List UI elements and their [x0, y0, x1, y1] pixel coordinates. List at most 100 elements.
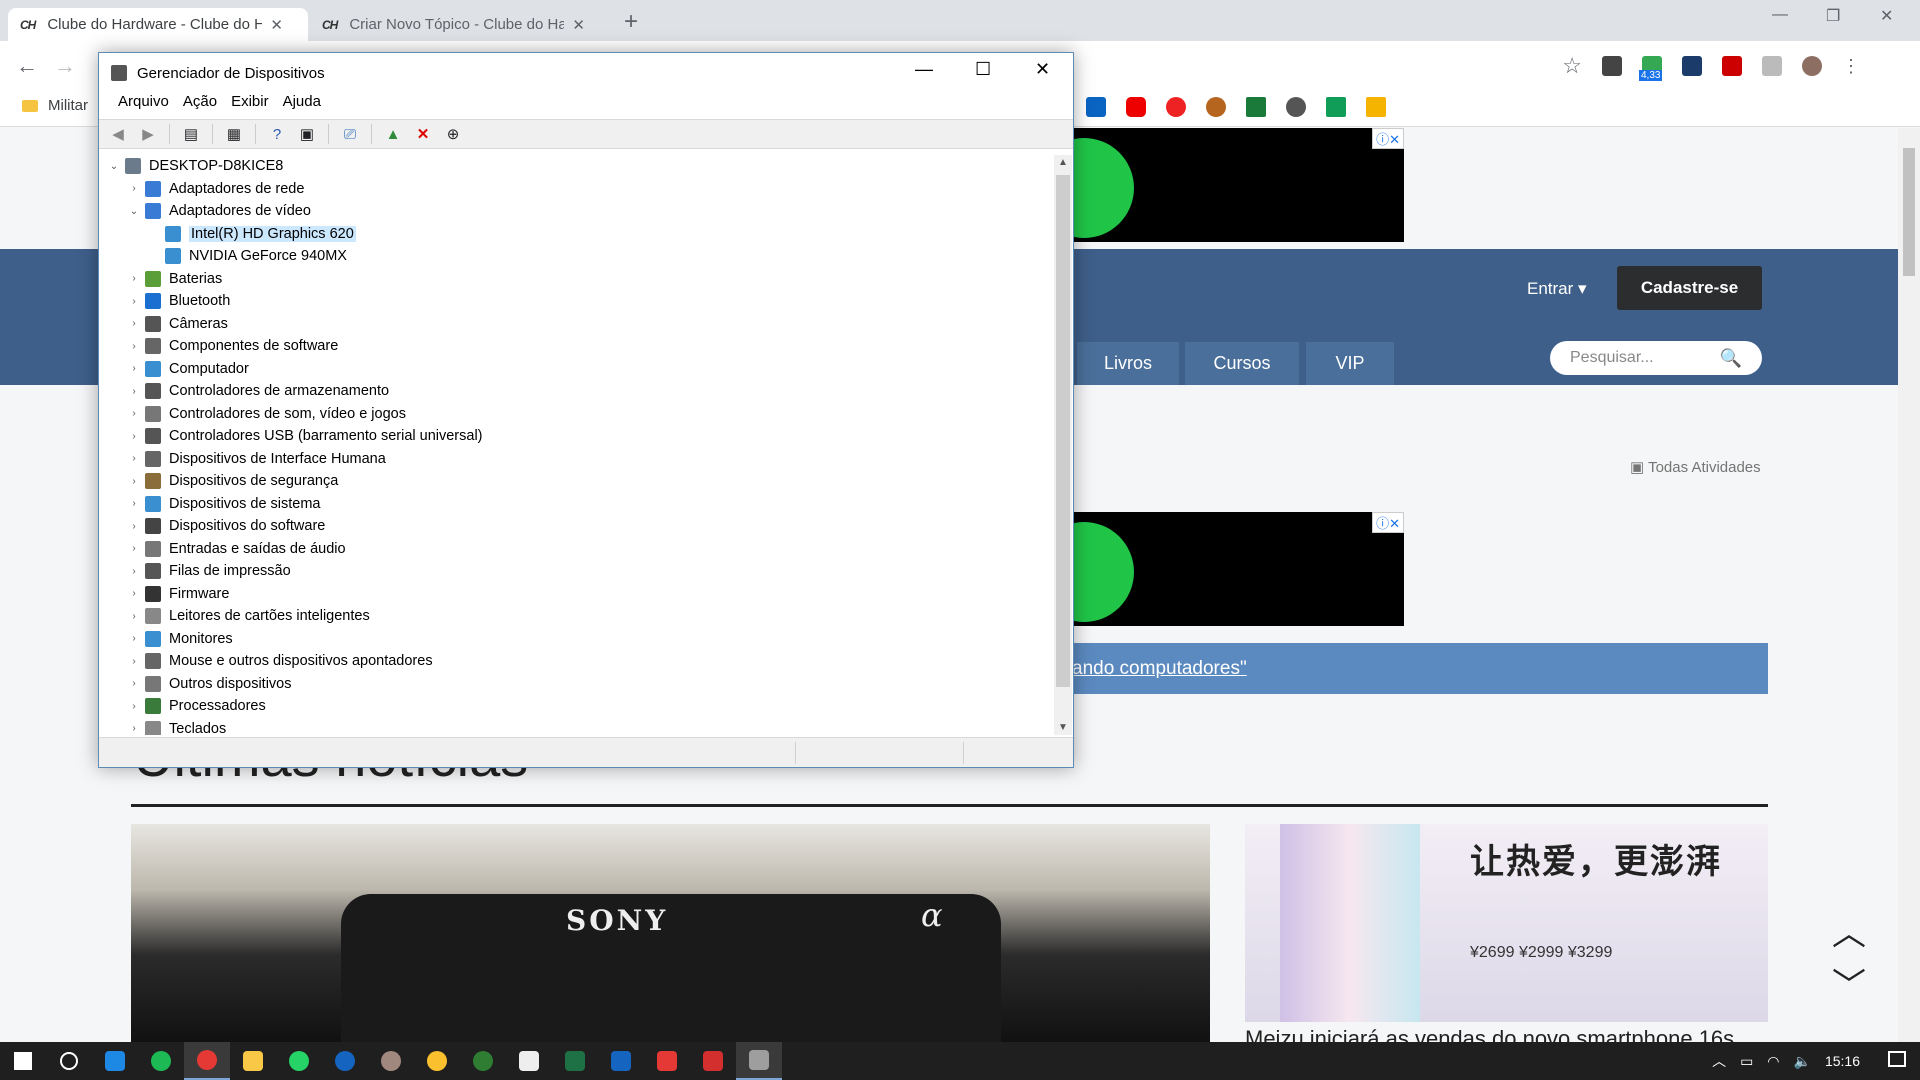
news-photo-phone-ad[interactable]: 让热爱，更澎湃 ¥2699 ¥2999 ¥3299 — [1245, 824, 1768, 1022]
taskbar-excel[interactable] — [552, 1042, 598, 1080]
expand-toggle-icon[interactable]: › — [127, 701, 141, 712]
bookmark-star-icon[interactable]: ☆ — [1562, 53, 1582, 79]
tree-root[interactable]: ⌄ DESKTOP-D8KICE8 — [107, 155, 1051, 178]
scroll-up-icon[interactable]: ︿ — [1832, 906, 1866, 955]
expand-toggle-icon[interactable]: › — [127, 723, 141, 734]
pdf-extension-icon[interactable] — [1722, 56, 1742, 76]
expand-toggle-icon[interactable]: › — [127, 498, 141, 509]
search-icon[interactable]: 🔍 — [1720, 348, 1742, 369]
bookmark-icon[interactable] — [1206, 97, 1226, 117]
tray-chevron-icon[interactable]: ︿ — [1712, 1051, 1726, 1071]
taskbar-acrobat[interactable] — [690, 1042, 736, 1080]
update-view-icon[interactable]: ▦ — [223, 124, 245, 144]
article-title[interactable]: Meizu iniciará as vendas do novo smartph… — [1245, 1026, 1734, 1042]
expand-toggle-icon[interactable]: ⌄ — [127, 206, 141, 217]
tab-close-icon[interactable]: ✕ — [572, 16, 585, 34]
nav-tab-livros[interactable]: Livros — [1077, 342, 1179, 385]
keep-bookmark-icon[interactable] — [1366, 97, 1386, 117]
tree-item[interactable]: › Adaptadores de rede — [107, 178, 1051, 201]
bookmark-icon[interactable] — [1166, 97, 1186, 117]
expand-toggle-icon[interactable]: › — [127, 341, 141, 352]
expand-toggle-icon[interactable]: › — [127, 633, 141, 644]
taskbar-app[interactable] — [322, 1042, 368, 1080]
announcement-banner-link[interactable]: ando computadores" — [1070, 643, 1768, 694]
menu-arquivo[interactable]: Arquivo — [111, 93, 176, 119]
back-arrow-icon[interactable]: ◀ — [107, 124, 129, 144]
taskbar-explorer[interactable] — [230, 1042, 276, 1080]
add-driver-icon[interactable]: ▲ — [382, 124, 404, 144]
search-button[interactable] — [46, 1042, 92, 1080]
news-photo-camera[interactable]: SONY α — [131, 824, 1210, 1042]
scroll-down-icon[interactable]: ﹀ — [1832, 958, 1866, 1007]
expand-toggle-icon[interactable]: › — [127, 386, 141, 397]
tab-criar-novo-topico[interactable]: CH Criar Novo Tópico - Clube do Ha ✕ — [310, 8, 610, 41]
menu-dots-icon[interactable]: ⋮ — [1842, 56, 1860, 77]
expand-toggle-icon[interactable]: › — [127, 611, 141, 622]
expand-toggle-icon[interactable]: › — [127, 363, 141, 374]
dm-close-button[interactable]: ✕ — [1035, 59, 1050, 80]
scrollbar-thumb[interactable] — [1903, 148, 1915, 276]
login-dropdown[interactable]: Entrar ▾ — [1527, 279, 1587, 299]
tree-item[interactable]: › Monitores — [107, 628, 1051, 651]
tree-item[interactable]: › Computador — [107, 358, 1051, 381]
expand-toggle-icon[interactable]: › — [127, 678, 141, 689]
wifi-icon[interactable]: ◠ — [1767, 1053, 1779, 1070]
expand-toggle-icon[interactable]: › — [127, 408, 141, 419]
extension-icon[interactable] — [1762, 56, 1782, 76]
expand-toggle-icon[interactable]: › — [127, 296, 141, 307]
forward-button[interactable]: → — [54, 53, 76, 79]
expand-toggle-icon[interactable]: › — [127, 273, 141, 284]
expand-toggle-icon[interactable]: › — [127, 566, 141, 577]
tree-item[interactable]: › Entradas e saídas de áudio — [107, 538, 1051, 561]
tree-item[interactable]: › Filas de impressão — [107, 560, 1051, 583]
taskbar-app[interactable] — [460, 1042, 506, 1080]
expand-toggle-icon[interactable]: › — [127, 431, 141, 442]
site-search-input[interactable]: Pesquisar... 🔍 — [1550, 341, 1762, 375]
tree-item[interactable]: › Controladores USB (barramento serial un… — [107, 425, 1051, 448]
scroll-up-arrow-icon[interactable]: ▲ — [1058, 157, 1068, 168]
tree-item[interactable]: NVIDIA GeForce 940MX — [107, 245, 1051, 268]
tab-close-icon[interactable]: ✕ — [270, 16, 283, 34]
taskbar-app[interactable] — [644, 1042, 690, 1080]
help-icon[interactable]: ? — [266, 124, 288, 144]
taskbar-whatsapp[interactable] — [276, 1042, 322, 1080]
page-scrollbar[interactable] — [1898, 128, 1920, 1042]
new-tab-button[interactable]: + — [624, 8, 638, 36]
profile-avatar[interactable] — [1802, 56, 1822, 76]
taskbar-device-manager[interactable] — [736, 1042, 782, 1080]
ad-close-icon[interactable]: ⓘ✕ — [1372, 128, 1404, 149]
tree-item[interactable]: › Teclados — [107, 718, 1051, 735]
tree-item[interactable]: › Componentes de software — [107, 335, 1051, 358]
expand-toggle-icon[interactable]: › — [127, 588, 141, 599]
nav-tab-vip[interactable]: VIP — [1306, 342, 1394, 385]
scroll-down-arrow-icon[interactable]: ▼ — [1058, 722, 1068, 733]
sheets-bookmark-icon[interactable] — [1326, 97, 1346, 117]
taskbar-edge[interactable] — [92, 1042, 138, 1080]
clock[interactable]: 15:16 — [1825, 1053, 1860, 1069]
expand-toggle-icon[interactable]: › — [127, 543, 141, 554]
menu-acao[interactable]: Ação — [176, 93, 224, 119]
update-driver-icon[interactable]: ⊕ — [442, 124, 464, 144]
tree-item[interactable]: › Leitores de cartões inteligentes — [107, 605, 1051, 628]
signup-button[interactable]: Cadastre-se — [1617, 266, 1762, 310]
tree-item[interactable]: ⌄ Adaptadores de vídeo — [107, 200, 1051, 223]
start-button[interactable] — [0, 1042, 46, 1080]
tree-item[interactable]: › Dispositivos do software — [107, 515, 1051, 538]
dm-maximize-button[interactable]: ☐ — [975, 59, 991, 80]
expand-toggle-icon[interactable]: › — [127, 318, 141, 329]
expand-toggle-icon[interactable]: › — [127, 521, 141, 532]
expand-toggle-icon[interactable]: › — [127, 476, 141, 487]
dm-minimize-button[interactable]: — — [915, 59, 933, 80]
taskbar-calculator[interactable] — [506, 1042, 552, 1080]
tree-item[interactable]: › Câmeras — [107, 313, 1051, 336]
expand-toggle-icon[interactable]: › — [127, 453, 141, 464]
all-activities-link[interactable]: ▣ Todas Atividades — [1630, 458, 1761, 476]
tree-item[interactable]: › Mouse e outros dispositivos apontadores — [107, 650, 1051, 673]
extension-icon[interactable] — [1602, 56, 1622, 76]
forward-arrow-icon[interactable]: ▶ — [137, 124, 159, 144]
menu-ajuda[interactable]: Ajuda — [276, 93, 328, 119]
advertisement[interactable]: ⓘ✕ — [1034, 512, 1404, 626]
extension-icon[interactable] — [1682, 56, 1702, 76]
taskbar-spotify[interactable] — [138, 1042, 184, 1080]
tree-scrollbar[interactable]: ▲ ▼ — [1054, 155, 1072, 735]
